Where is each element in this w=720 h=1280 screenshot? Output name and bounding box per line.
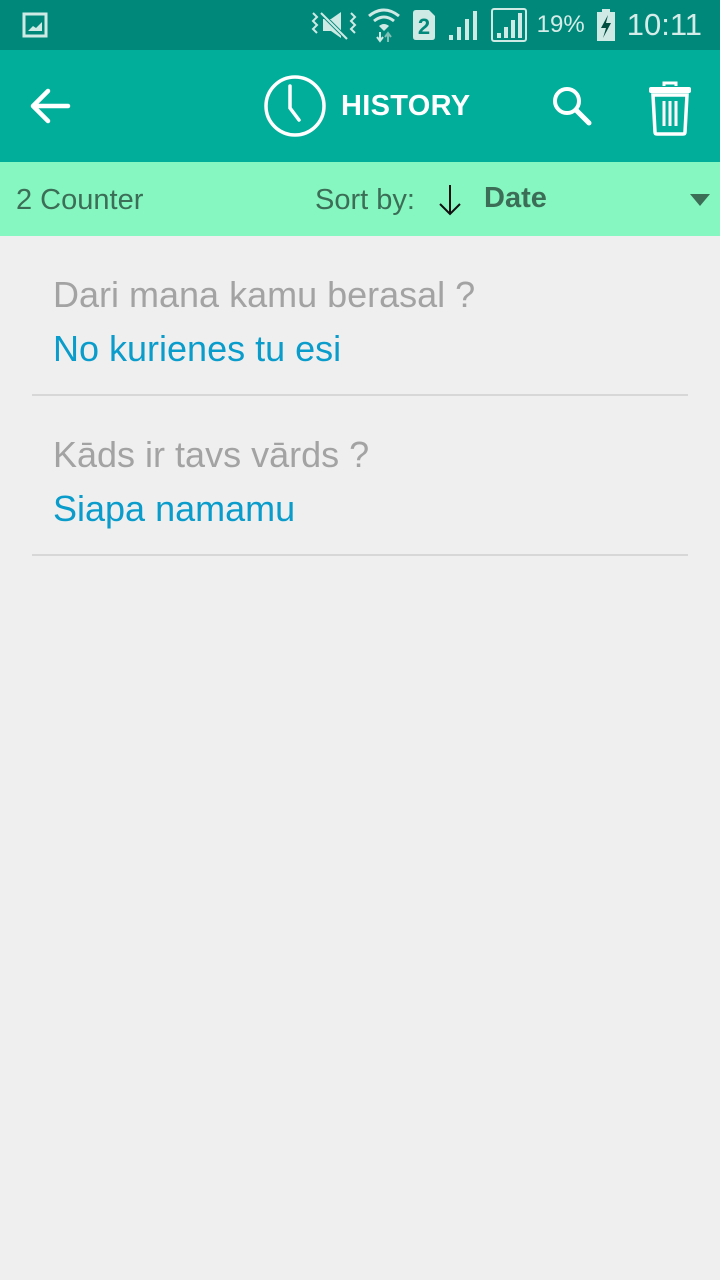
signal-icon-2 <box>490 8 527 42</box>
status-bar: 2 19% 10:11 <box>0 0 720 50</box>
list-item[interactable]: Kāds ir tavs vārds ? Siapa namamu <box>32 396 688 556</box>
back-arrow-icon[interactable] <box>26 82 74 130</box>
page-title: HISTORY <box>341 89 471 122</box>
battery-percent: 19% <box>536 11 585 38</box>
sim-2-icon: 2 <box>412 10 435 40</box>
title-group: HISTORY <box>263 74 470 138</box>
dropdown-triangle-icon[interactable] <box>690 194 710 206</box>
sort-by-label: Sort by: <box>315 184 415 216</box>
clock-time: 10:11 <box>626 7 702 42</box>
sort-direction-arrow-icon[interactable] <box>436 182 464 218</box>
list-item[interactable]: Dari mana kamu berasal ? No kurienes tu … <box>32 236 688 396</box>
translation-text: No kurienes tu esi <box>53 328 342 369</box>
gallery-notification-icon <box>22 12 48 38</box>
battery-charging-icon <box>596 9 615 41</box>
source-text: Kāds ir tavs vārds ? <box>53 434 370 475</box>
vibrate-mute-icon <box>311 11 357 41</box>
sort-select[interactable]: Date <box>484 182 547 215</box>
svg-text:2: 2 <box>418 14 430 39</box>
trash-icon[interactable] <box>646 80 694 136</box>
sort-bar: 2 Counter Sort by: Date <box>0 162 720 236</box>
history-counter: 2 Counter <box>16 184 144 216</box>
search-icon[interactable] <box>550 84 594 128</box>
translation-text: Siapa namamu <box>53 488 296 529</box>
clock-icon <box>264 75 326 137</box>
wifi-icon <box>367 8 400 43</box>
history-list: Dari mana kamu berasal ? No kurienes tu … <box>0 236 720 556</box>
signal-icon <box>448 11 477 40</box>
app-bar: HISTORY <box>0 50 720 162</box>
source-text: Dari mana kamu berasal ? <box>53 274 476 315</box>
